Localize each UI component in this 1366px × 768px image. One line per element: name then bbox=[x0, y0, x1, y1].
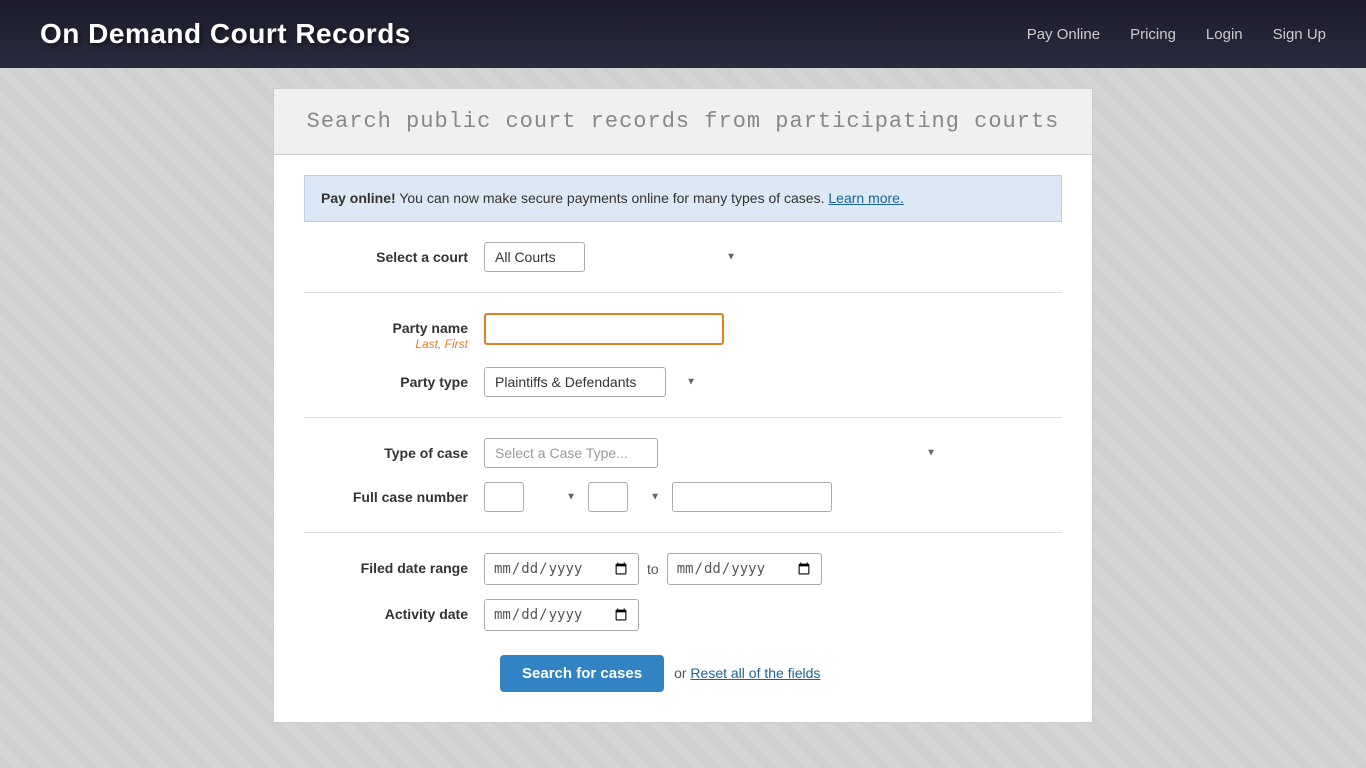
alert-banner: Pay online! You can now make secure paym… bbox=[304, 175, 1062, 222]
court-control: All Courts bbox=[484, 242, 1062, 272]
alert-learn-more-link[interactable]: Learn more. bbox=[828, 190, 903, 206]
activity-date-control bbox=[484, 599, 1062, 631]
action-row: Search for cases or Reset all of the fie… bbox=[304, 655, 1062, 692]
divider-1 bbox=[304, 292, 1062, 293]
filed-date-label: Filed date range bbox=[304, 553, 484, 577]
nav-login[interactable]: Login bbox=[1206, 26, 1243, 43]
filed-date-to-input[interactable] bbox=[667, 553, 822, 585]
activity-date-row: Activity date bbox=[304, 599, 1062, 631]
case-number-row: Full case number bbox=[304, 482, 1062, 512]
filed-date-row: Filed date range to bbox=[304, 553, 1062, 585]
date-range-separator: to bbox=[647, 561, 659, 577]
site-logo: On Demand Court Records bbox=[40, 18, 411, 50]
activity-date-label: Activity date bbox=[304, 599, 484, 623]
party-type-row: Party type Plaintiffs & Defendants bbox=[304, 367, 1062, 397]
case-type-control: Select a Case Type... bbox=[484, 438, 1062, 468]
search-form: Select a court All Courts Party name Las… bbox=[274, 242, 1092, 722]
court-label: Select a court bbox=[304, 242, 484, 266]
case-type-select[interactable]: Select a Case Type... bbox=[484, 438, 658, 468]
divider-3 bbox=[304, 532, 1062, 533]
divider-2 bbox=[304, 417, 1062, 418]
case-number-inputs bbox=[484, 482, 1062, 512]
court-select[interactable]: All Courts bbox=[484, 242, 585, 272]
reset-link[interactable]: Reset all of the fields bbox=[690, 665, 820, 681]
case-type-select-wrapper[interactable]: Select a Case Type... bbox=[484, 438, 944, 468]
party-type-select[interactable]: Plaintiffs & Defendants bbox=[484, 367, 666, 397]
search-button[interactable]: Search for cases bbox=[500, 655, 664, 692]
case-num-part1-wrapper[interactable] bbox=[484, 482, 584, 512]
party-name-row: Party name Last, First bbox=[304, 313, 1062, 353]
party-type-label: Party type bbox=[304, 367, 484, 391]
case-num-part1-select[interactable] bbox=[484, 482, 524, 512]
main-nav: Pay Online Pricing Login Sign Up bbox=[1027, 26, 1326, 43]
activity-date-input[interactable] bbox=[484, 599, 639, 631]
page-title-bar: Search public court records from partici… bbox=[274, 89, 1092, 155]
page-title: Search public court records from partici… bbox=[304, 109, 1062, 134]
party-name-label: Party name Last, First bbox=[304, 313, 484, 353]
main-container: Search public court records from partici… bbox=[273, 88, 1093, 723]
party-name-control bbox=[484, 313, 1062, 345]
alert-message: You can now make secure payments online … bbox=[399, 190, 824, 206]
case-type-label: Type of case bbox=[304, 438, 484, 462]
case-type-row: Type of case Select a Case Type... bbox=[304, 438, 1062, 468]
court-select-wrapper[interactable]: All Courts bbox=[484, 242, 744, 272]
case-number-label: Full case number bbox=[304, 482, 484, 506]
filed-date-control: to bbox=[484, 553, 1062, 585]
party-name-input[interactable] bbox=[484, 313, 724, 345]
case-num-part2-wrapper[interactable] bbox=[588, 482, 668, 512]
nav-sign-up[interactable]: Sign Up bbox=[1273, 26, 1326, 43]
party-type-control: Plaintiffs & Defendants bbox=[484, 367, 1062, 397]
header: On Demand Court Records Pay Online Prici… bbox=[0, 0, 1366, 68]
party-name-sublabel: Last, First bbox=[304, 337, 468, 353]
alert-bold: Pay online! bbox=[321, 190, 396, 206]
case-num-part2-select[interactable] bbox=[588, 482, 628, 512]
case-number-control bbox=[484, 482, 1062, 512]
reset-or-text: or bbox=[674, 665, 686, 681]
filed-date-from-input[interactable] bbox=[484, 553, 639, 585]
filed-date-inputs: to bbox=[484, 553, 1062, 585]
party-type-select-wrapper[interactable]: Plaintiffs & Defendants bbox=[484, 367, 704, 397]
case-number-text-input[interactable] bbox=[672, 482, 832, 512]
court-row: Select a court All Courts bbox=[304, 242, 1062, 272]
reset-container: or Reset all of the fields bbox=[674, 665, 820, 681]
nav-pay-online[interactable]: Pay Online bbox=[1027, 26, 1100, 43]
nav-pricing[interactable]: Pricing bbox=[1130, 26, 1176, 43]
